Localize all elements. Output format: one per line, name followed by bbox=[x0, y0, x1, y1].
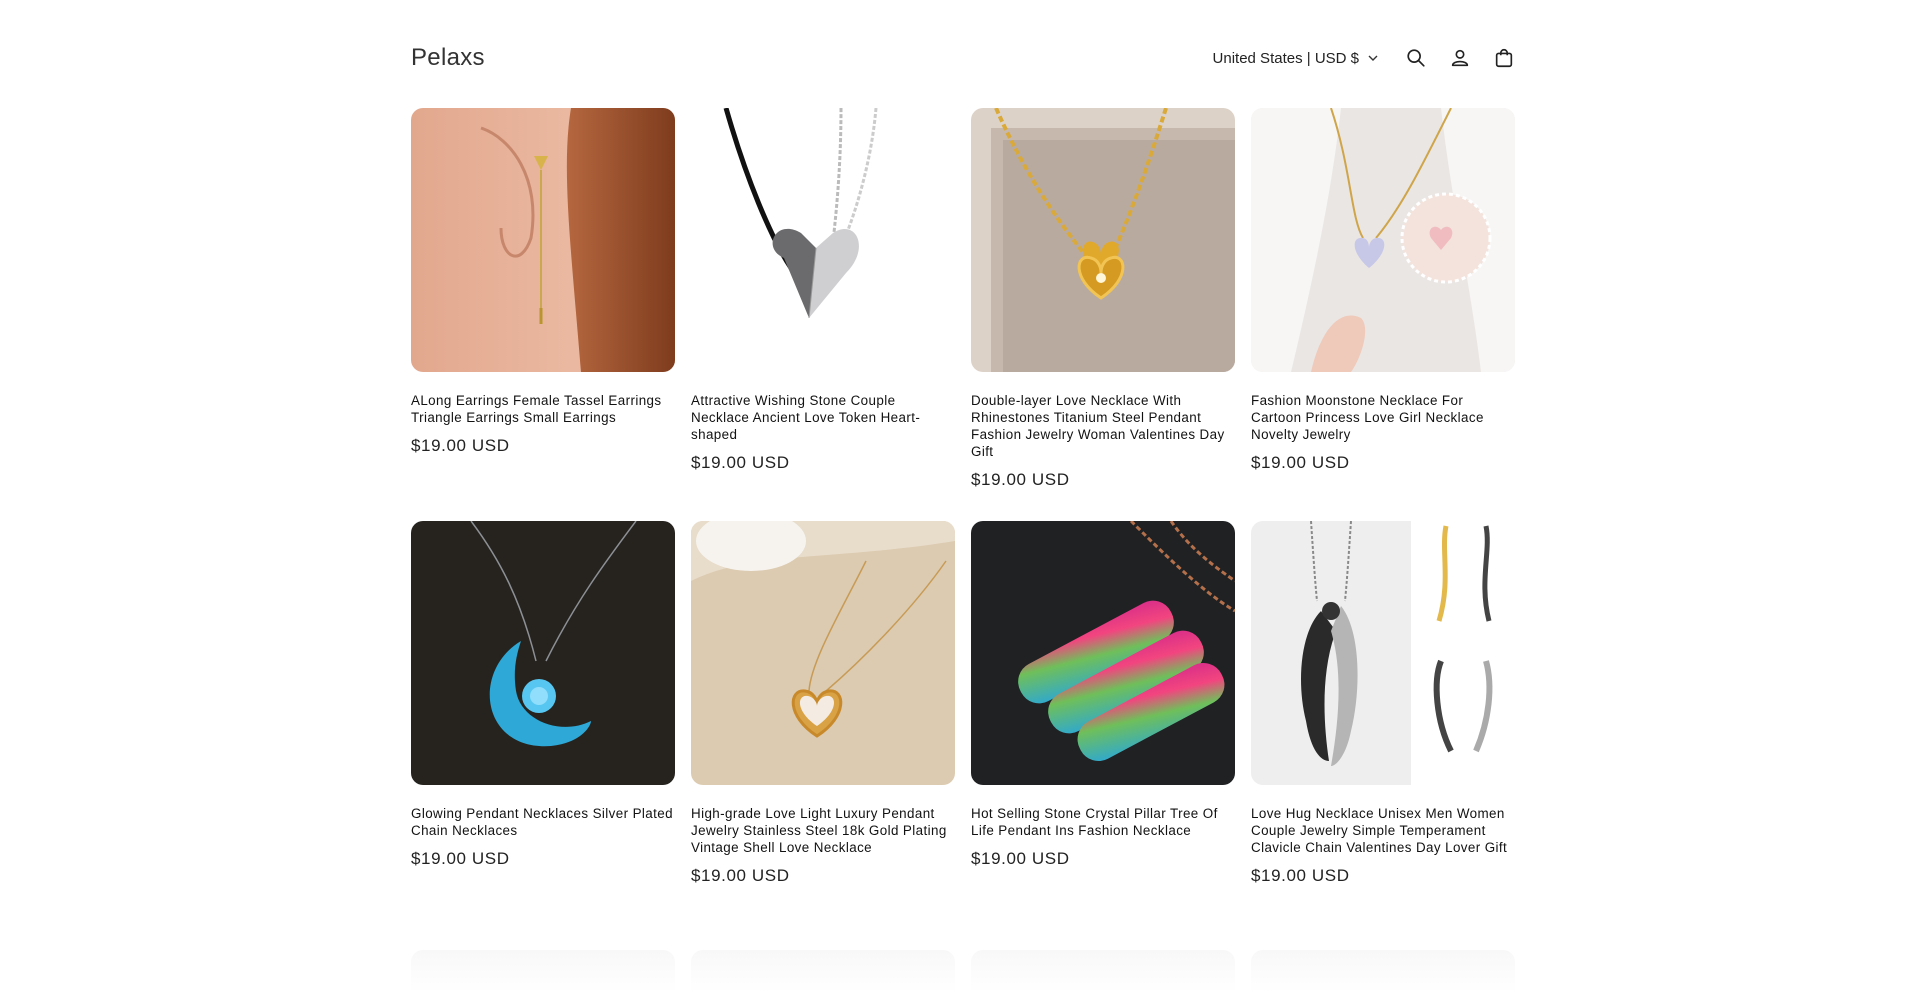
product-image[interactable] bbox=[411, 950, 675, 993]
product-title[interactable]: High-grade Love Light Luxury Pendant Jew… bbox=[691, 805, 955, 856]
product-image[interactable] bbox=[691, 950, 955, 993]
product-price: $19.00 USD bbox=[1251, 866, 1350, 885]
product-price: $19.00 USD bbox=[411, 436, 510, 455]
product-title[interactable]: Love Hug Necklace Unisex Men Women Coupl… bbox=[1251, 805, 1515, 856]
product-title[interactable]: ALong Earrings Female Tassel Earrings Tr… bbox=[411, 392, 675, 426]
product-price: $19.00 USD bbox=[1251, 453, 1350, 472]
search-button[interactable] bbox=[1403, 45, 1429, 71]
product-grid: ALong Earrings Female Tassel Earrings Tr… bbox=[411, 108, 1517, 934]
product-title[interactable]: Double-layer Love Necklace With Rhinesto… bbox=[971, 392, 1235, 460]
product-image[interactable] bbox=[691, 108, 955, 372]
product-price: $19.00 USD bbox=[411, 849, 510, 868]
product-image[interactable] bbox=[971, 950, 1235, 993]
account-icon bbox=[1451, 49, 1469, 67]
product-price: $19.00 USD bbox=[971, 849, 1070, 868]
product-image[interactable] bbox=[1251, 108, 1515, 372]
product-card[interactable]: High-grade Love Light Luxury Pendant Jew… bbox=[691, 521, 955, 934]
product-image[interactable] bbox=[1251, 521, 1515, 785]
product-card[interactable]: Love Hug Necklace Unisex Men Women Coupl… bbox=[1251, 521, 1515, 934]
product-title[interactable]: Hot Selling Stone Crystal Pillar Tree Of… bbox=[971, 805, 1235, 839]
product-card[interactable]: Fashion Moonstone Necklace For Cartoon P… bbox=[1251, 108, 1515, 521]
store-logo[interactable]: Pelaxs bbox=[411, 44, 485, 72]
country-selector[interactable]: United States | USD $ bbox=[1213, 50, 1379, 67]
site-header: Pelaxs United States | USD $ bbox=[411, 36, 1517, 80]
page: Pelaxs United States | USD $ ALong Earri… bbox=[0, 0, 1920, 993]
product-card[interactable]: ALong Earrings Female Tassel Earrings Tr… bbox=[411, 108, 675, 521]
product-image[interactable] bbox=[411, 521, 675, 785]
country-selector-label: United States | USD $ bbox=[1212, 49, 1359, 67]
header-actions: United States | USD $ bbox=[1213, 45, 1517, 71]
cart-icon bbox=[1495, 49, 1513, 68]
chevron-down-icon bbox=[1368, 55, 1378, 61]
next-row-preview bbox=[411, 950, 1517, 993]
product-price: $19.00 USD bbox=[691, 453, 790, 472]
product-title[interactable]: Fashion Moonstone Necklace For Cartoon P… bbox=[1251, 392, 1515, 443]
account-button[interactable] bbox=[1447, 45, 1473, 71]
product-card[interactable]: Attractive Wishing Stone Couple Necklace… bbox=[691, 108, 955, 521]
product-price: $19.00 USD bbox=[971, 470, 1070, 489]
product-card[interactable]: Glowing Pendant Necklaces Silver Plated … bbox=[411, 521, 675, 934]
product-image[interactable] bbox=[1251, 950, 1515, 993]
cart-button[interactable] bbox=[1491, 45, 1517, 71]
product-image[interactable] bbox=[691, 521, 955, 785]
product-image[interactable] bbox=[971, 521, 1235, 785]
product-image[interactable] bbox=[971, 108, 1235, 372]
product-card[interactable]: Double-layer Love Necklace With Rhinesto… bbox=[971, 108, 1235, 521]
search-icon bbox=[1407, 49, 1425, 67]
product-title[interactable]: Attractive Wishing Stone Couple Necklace… bbox=[691, 392, 955, 443]
product-title[interactable]: Glowing Pendant Necklaces Silver Plated … bbox=[411, 805, 675, 839]
product-price: $19.00 USD bbox=[691, 866, 790, 885]
product-image[interactable] bbox=[411, 108, 675, 372]
product-card[interactable]: Hot Selling Stone Crystal Pillar Tree Of… bbox=[971, 521, 1235, 934]
